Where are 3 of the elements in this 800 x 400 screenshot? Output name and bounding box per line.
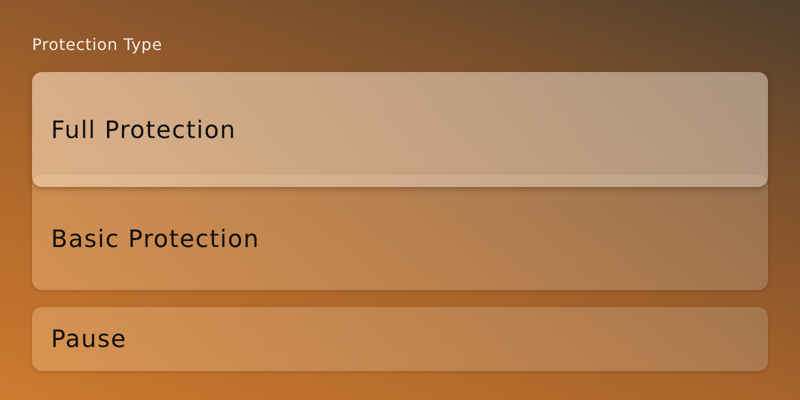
option-button[interactable]: Pause — [32, 307, 768, 371]
option-button[interactable]: Full Protection — [32, 72, 768, 187]
section-label: Protection Type — [32, 34, 164, 56]
